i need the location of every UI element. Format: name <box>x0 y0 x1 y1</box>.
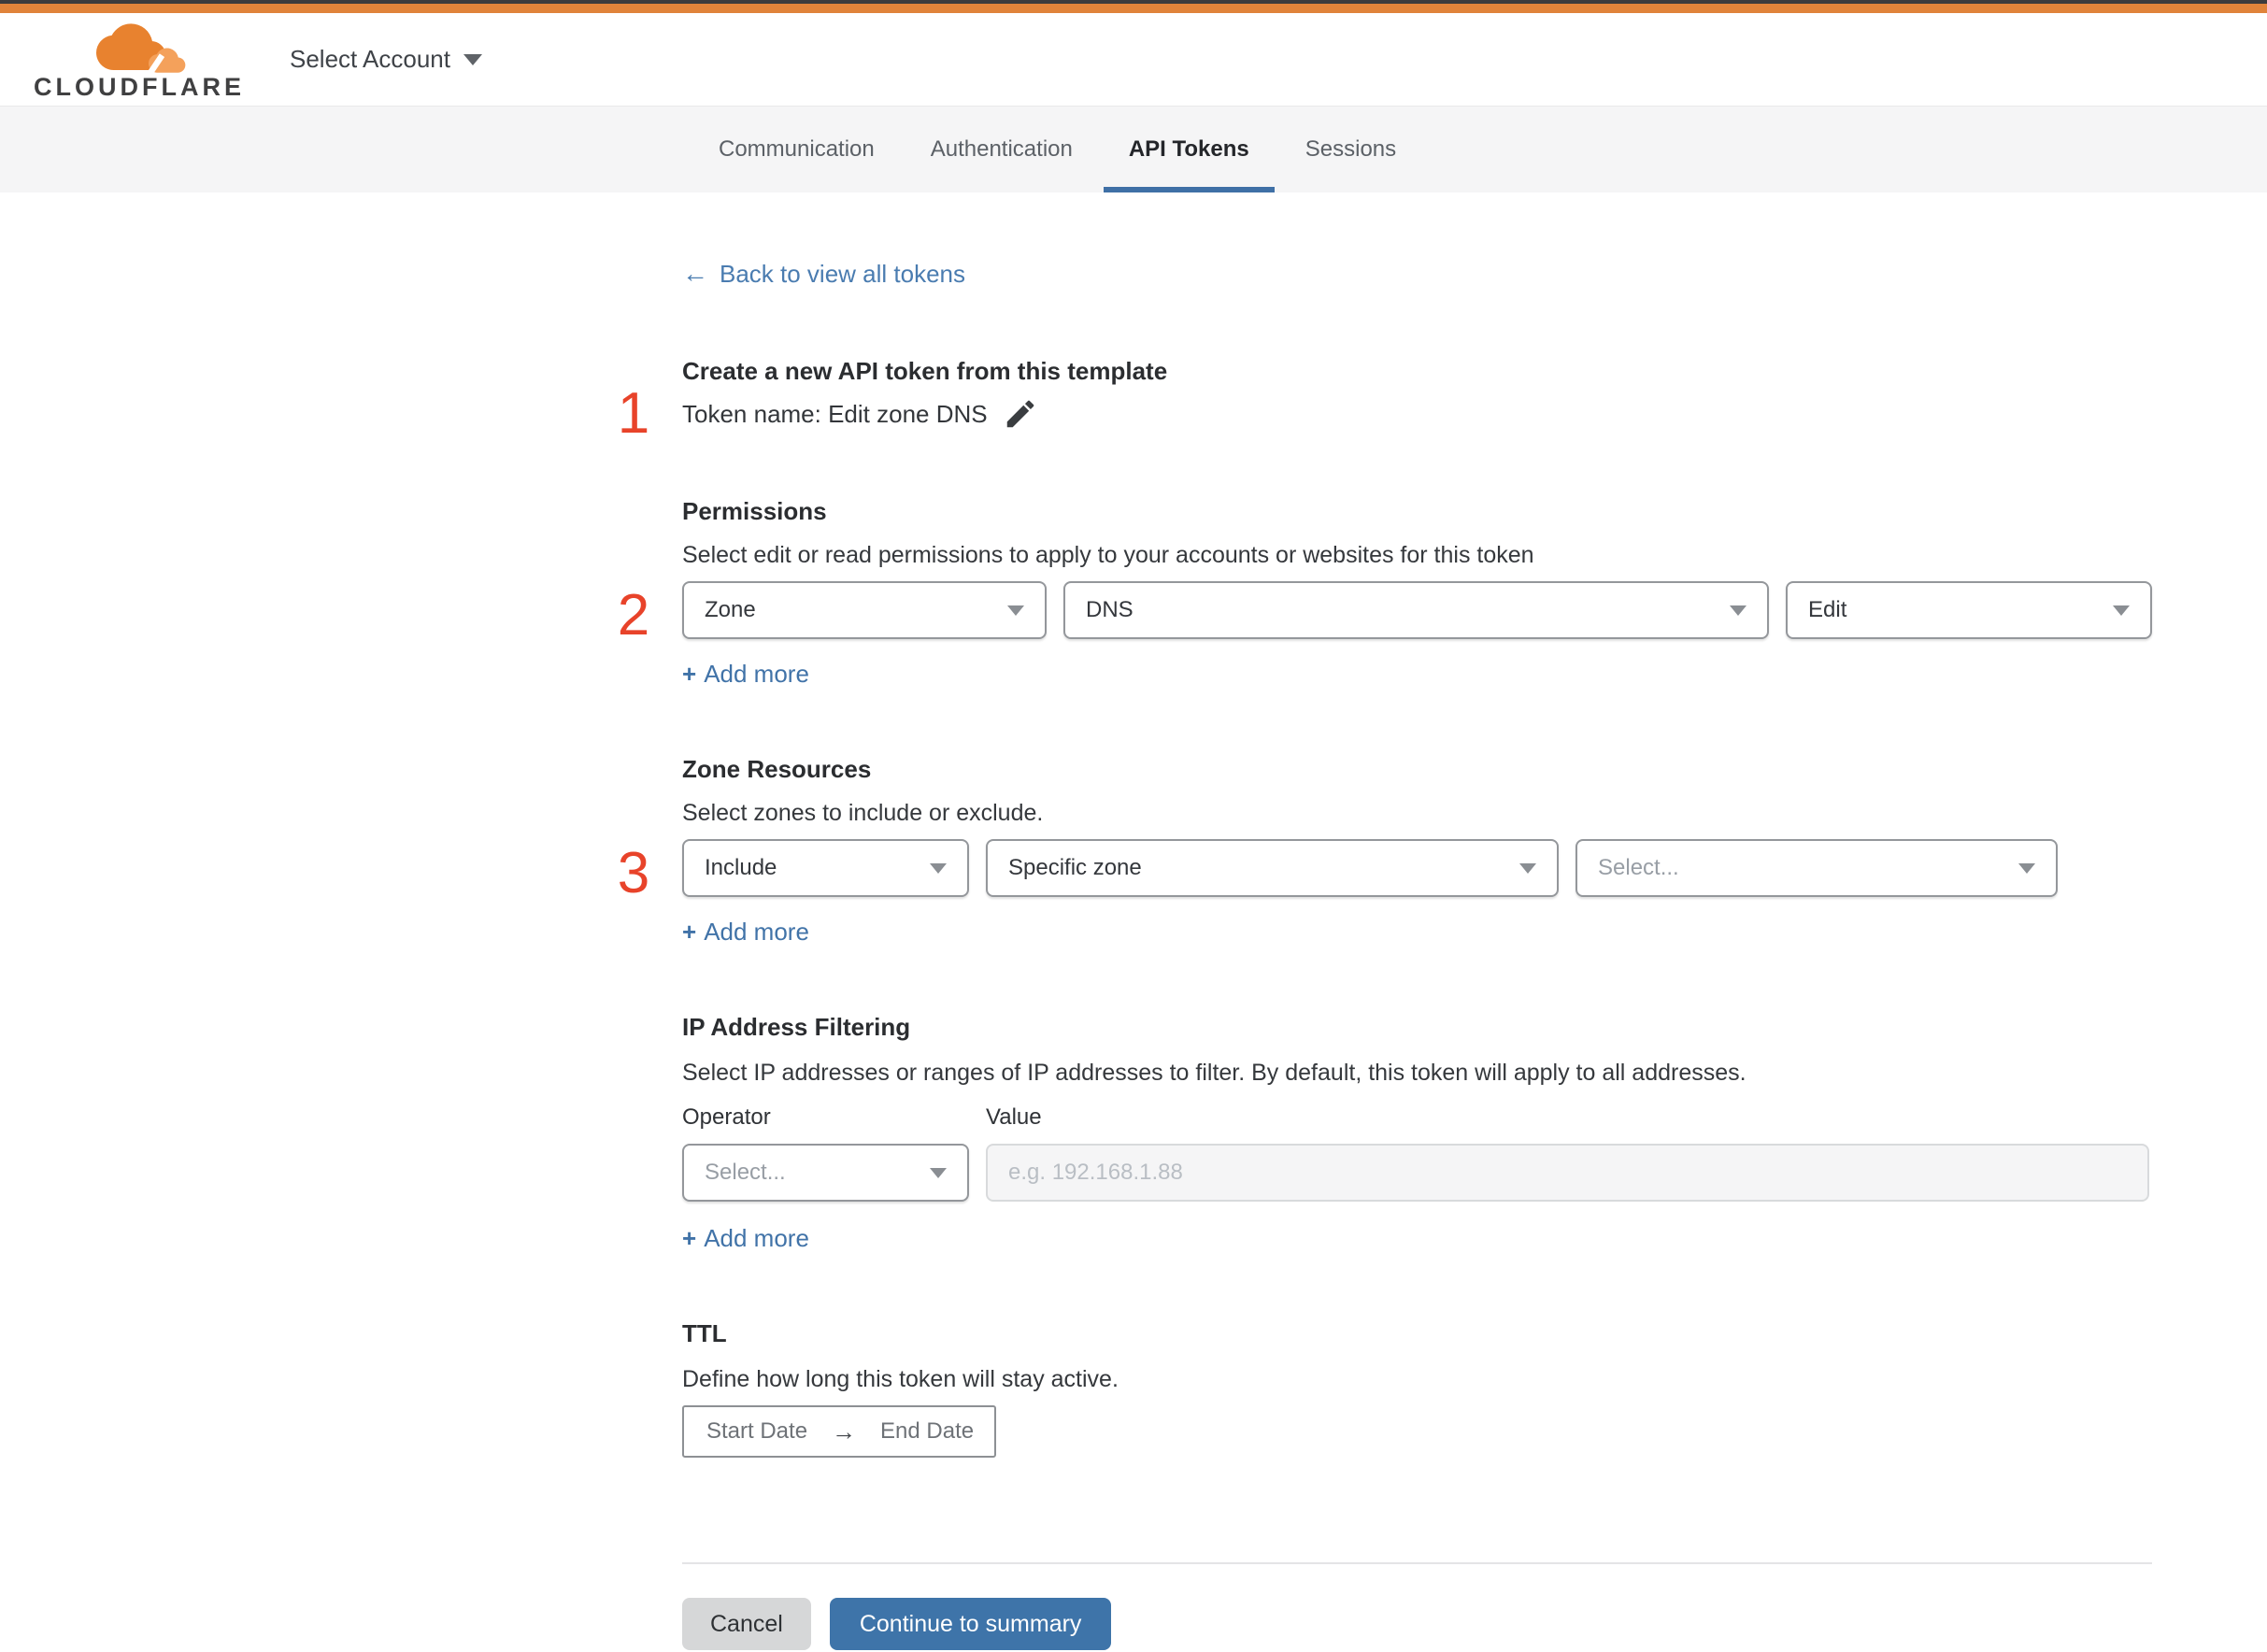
ttl-heading: TTL <box>682 1319 727 1347</box>
ip-filtering-row: Select... <box>682 1144 2152 1202</box>
back-link[interactable]: ← Back to view all tokens <box>682 258 965 290</box>
chevron-down-icon <box>930 1167 947 1178</box>
permission-access-value: Edit <box>1808 597 1847 622</box>
zone-type-select[interactable]: Specific zone <box>986 839 1559 897</box>
footer-divider <box>682 1562 2152 1564</box>
permissions-description: Select edit or read permissions to apply… <box>682 542 1534 568</box>
operator-label: Operator <box>682 1104 771 1130</box>
tab-bar: Communication Authentication API Tokens … <box>0 106 2267 192</box>
add-more-permissions-link[interactable]: + Add more <box>682 658 809 690</box>
zone-mode-value: Include <box>705 855 777 880</box>
zone-type-value: Specific zone <box>1008 855 1142 880</box>
zone-mode-select[interactable]: Include <box>682 839 969 897</box>
step-number-1: 1 <box>617 381 650 446</box>
ttl-description: Define how long this token will stay act… <box>682 1366 1119 1392</box>
account-selector-label: Select Account <box>289 45 450 73</box>
arrow-left-icon: ← <box>682 259 708 288</box>
chevron-down-icon <box>463 53 482 65</box>
form-column: ← Back to view all tokens Create a new A… <box>682 192 2152 1650</box>
account-selector[interactable]: Select Account <box>290 45 482 74</box>
ip-filtering-labels: Operator Value <box>682 1104 2152 1131</box>
active-tab-underline <box>1103 187 1275 192</box>
chevron-down-icon <box>2018 862 2035 874</box>
operator-select[interactable]: Select... <box>682 1144 969 1202</box>
top-accent-bar <box>0 4 2267 13</box>
token-name-row: Token name: Edit zone DNS <box>682 396 2152 432</box>
end-date-label: End Date <box>880 1418 975 1444</box>
add-more-label: Add more <box>704 660 809 688</box>
step-number-2: 2 <box>617 583 650 648</box>
edit-pencil-icon[interactable] <box>1003 396 1038 432</box>
tab-label: Authentication <box>930 136 1073 162</box>
chevron-down-icon <box>930 862 947 874</box>
plus-icon: + <box>682 660 697 688</box>
add-more-zones-link[interactable]: + Add more <box>682 916 809 947</box>
arrow-right-icon: → <box>832 1417 857 1446</box>
token-name-text: Token name: Edit zone DNS <box>682 400 988 428</box>
chevron-down-icon <box>1007 605 1024 616</box>
template-heading: Create a new API token from this templat… <box>682 357 1168 385</box>
permission-scope-value: Zone <box>705 597 756 622</box>
start-date-label: Start Date <box>706 1418 808 1444</box>
plus-icon: + <box>682 1224 697 1252</box>
value-input[interactable] <box>986 1144 2149 1202</box>
permissions-row: Zone DNS Edit <box>682 581 2152 639</box>
date-range-picker[interactable]: Start Date → End Date <box>682 1405 996 1458</box>
tab-api-tokens[interactable]: API Tokens <box>1103 107 1275 192</box>
tab-label: Communication <box>719 136 875 162</box>
tab-authentication[interactable]: Authentication <box>905 107 1098 192</box>
ip-filtering-description: Select IP addresses or ranges of IP addr… <box>682 1060 1747 1086</box>
tab-label: Sessions <box>1305 136 1397 162</box>
operator-select-placeholder: Select... <box>705 1160 786 1185</box>
plus-icon: + <box>682 918 697 946</box>
add-more-label: Add more <box>704 1224 809 1252</box>
zone-resources-description: Select zones to include or exclude. <box>682 800 1044 826</box>
main-content: 1 2 3 ← Back to view all tokens Create a… <box>0 192 2267 1650</box>
zone-resources-row: Include Specific zone Select... <box>682 839 2152 897</box>
ip-filtering-heading: IP Address Filtering <box>682 1013 911 1041</box>
footer-actions: Cancel Continue to summary <box>682 1598 2152 1650</box>
tab-communication[interactable]: Communication <box>693 107 900 192</box>
permissions-heading: Permissions <box>682 497 827 525</box>
permission-service-value: DNS <box>1086 597 1134 622</box>
value-label: Value <box>986 1104 1042 1130</box>
permission-scope-select[interactable]: Zone <box>682 581 1047 639</box>
chevron-down-icon <box>2113 605 2130 616</box>
cancel-button[interactable]: Cancel <box>682 1598 811 1650</box>
permission-service-select[interactable]: DNS <box>1063 581 1769 639</box>
continue-button[interactable]: Continue to summary <box>829 1598 1112 1650</box>
app-header: CLOUDFLARE Select Account <box>0 13 2267 106</box>
tab-label: API Tokens <box>1128 136 1249 162</box>
chevron-down-icon <box>1730 605 1747 616</box>
permission-access-select[interactable]: Edit <box>1786 581 2152 639</box>
cloudflare-logo[interactable]: CLOUDFLARE <box>34 20 245 100</box>
logo-text: CLOUDFLARE <box>34 72 245 101</box>
add-more-label: Add more <box>704 918 809 946</box>
zone-select-placeholder: Select... <box>1598 855 1679 880</box>
zone-resources-heading: Zone Resources <box>682 755 872 783</box>
add-more-ip-link[interactable]: + Add more <box>682 1222 809 1254</box>
step-number-3: 3 <box>617 841 650 905</box>
tab-sessions[interactable]: Sessions <box>1280 107 1421 192</box>
chevron-down-icon <box>1519 862 1536 874</box>
back-link-label: Back to view all tokens <box>720 260 966 288</box>
zone-select[interactable]: Select... <box>1575 839 2058 897</box>
